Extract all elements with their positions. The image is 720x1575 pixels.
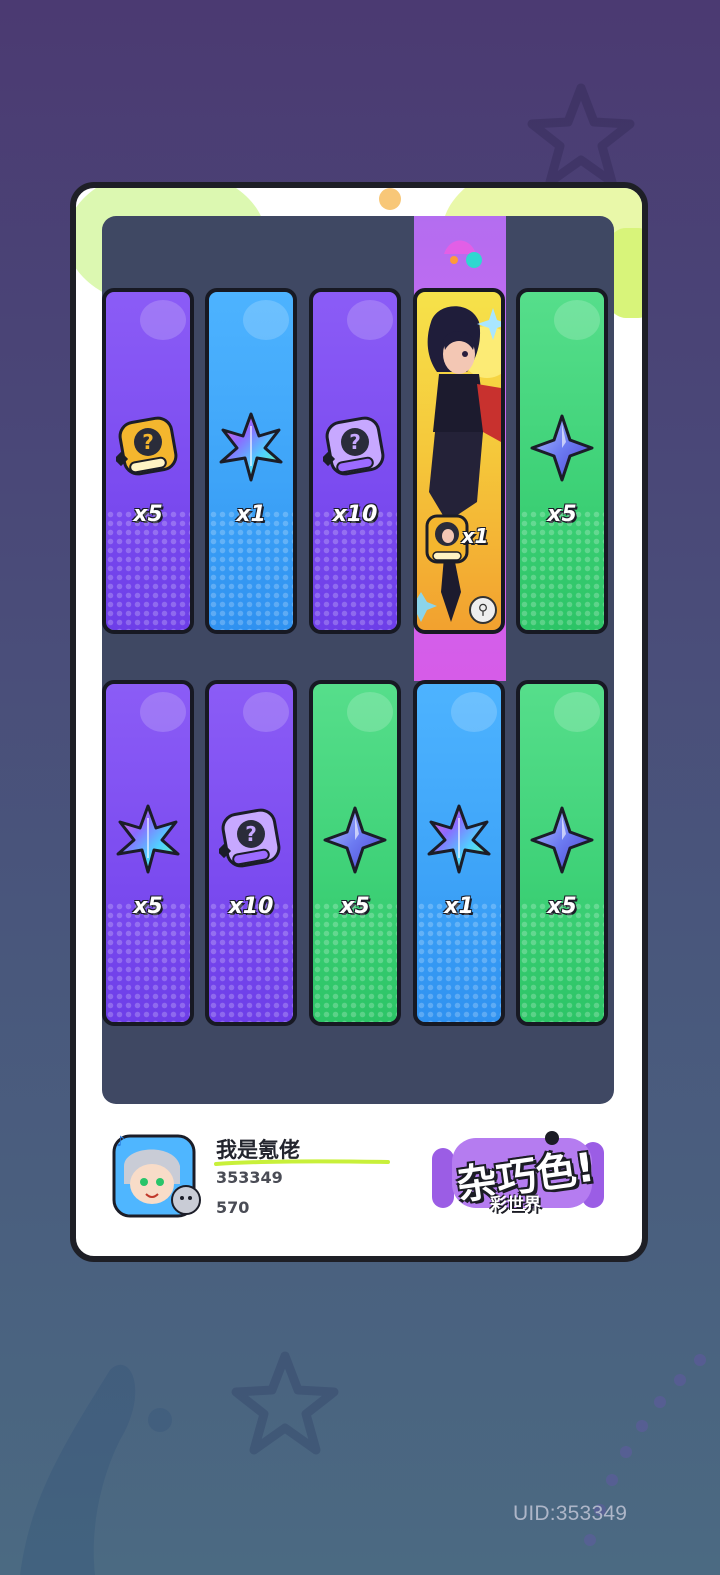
reward-card[interactable]: x5 bbox=[516, 288, 608, 634]
card-splash-decoration bbox=[554, 300, 600, 340]
player-avatar[interactable]: ♪ bbox=[110, 1128, 206, 1220]
card-halftone-pattern bbox=[106, 902, 190, 1022]
rainbow-leaf-icon bbox=[219, 410, 283, 484]
card-splash-decoration bbox=[243, 300, 289, 340]
player-info-panel: ♪ 我是氪佬 353349 570 杂巧色! 彩世界 bbox=[76, 1106, 642, 1256]
uid-label: UID:353349 bbox=[513, 1502, 628, 1525]
rainbow-leaf-icon bbox=[116, 802, 180, 876]
card-halftone-pattern bbox=[106, 510, 190, 630]
reward-card[interactable]: x10 bbox=[205, 680, 297, 1026]
card-splash-decoration bbox=[554, 692, 600, 732]
mystery-badge-icon bbox=[219, 802, 283, 876]
card-halftone-pattern bbox=[520, 902, 604, 1022]
game-logo: 杂巧色! 彩世界 bbox=[432, 1128, 612, 1228]
reward-card[interactable]: x5 bbox=[309, 680, 401, 1026]
frame-paint-dot bbox=[379, 188, 401, 210]
blue-star-crystal-icon bbox=[530, 802, 594, 876]
svg-text:♪: ♪ bbox=[116, 1134, 125, 1150]
card-halftone-pattern bbox=[313, 902, 397, 1022]
reward-card[interactable]: x5 bbox=[102, 680, 194, 1026]
card-splash-decoration bbox=[140, 692, 186, 732]
logo-subtitle: 彩世界 bbox=[490, 1195, 541, 1215]
card-splash-decoration bbox=[243, 692, 289, 732]
background-star-decoration bbox=[231, 1351, 339, 1455]
card-halftone-pattern bbox=[209, 902, 293, 1022]
name-underline-decoration bbox=[214, 1159, 390, 1166]
card-halftone-pattern bbox=[520, 510, 604, 630]
rainbow-leaf-icon bbox=[427, 802, 491, 876]
card-splash-decoration bbox=[451, 692, 497, 732]
reward-card[interactable]: x5 bbox=[516, 680, 608, 1026]
reward-card[interactable]: x5 bbox=[102, 288, 194, 634]
card-halftone-pattern bbox=[417, 902, 501, 1022]
card-halftone-pattern bbox=[209, 510, 293, 630]
featured-reward-card[interactable]: x1 ⚲ bbox=[413, 288, 505, 634]
reward-card[interactable]: x1 bbox=[205, 288, 297, 634]
reward-card[interactable]: x10 bbox=[309, 288, 401, 634]
reward-card[interactable]: x1 bbox=[413, 680, 505, 1026]
highlight-cap-decoration bbox=[444, 240, 482, 268]
player-id: 353349 bbox=[216, 1168, 283, 1187]
card-splash-decoration bbox=[347, 300, 393, 340]
character-illustration bbox=[417, 306, 501, 622]
key-icon: ⚲ bbox=[469, 596, 497, 624]
blue-star-crystal-icon bbox=[323, 802, 387, 876]
background-dots-decoration bbox=[584, 1354, 706, 1546]
card-halftone-pattern bbox=[313, 510, 397, 630]
background-star-decoration bbox=[527, 83, 635, 187]
card-splash-decoration bbox=[140, 300, 186, 340]
background-splash-decoration bbox=[20, 1364, 172, 1575]
reward-quantity: x1 bbox=[461, 524, 489, 548]
blue-star-crystal-icon bbox=[530, 410, 594, 484]
player-score: 570 bbox=[216, 1198, 250, 1217]
mystery-badge-icon bbox=[116, 410, 180, 484]
card-splash-decoration bbox=[347, 692, 393, 732]
mystery-badge-icon bbox=[323, 410, 387, 484]
